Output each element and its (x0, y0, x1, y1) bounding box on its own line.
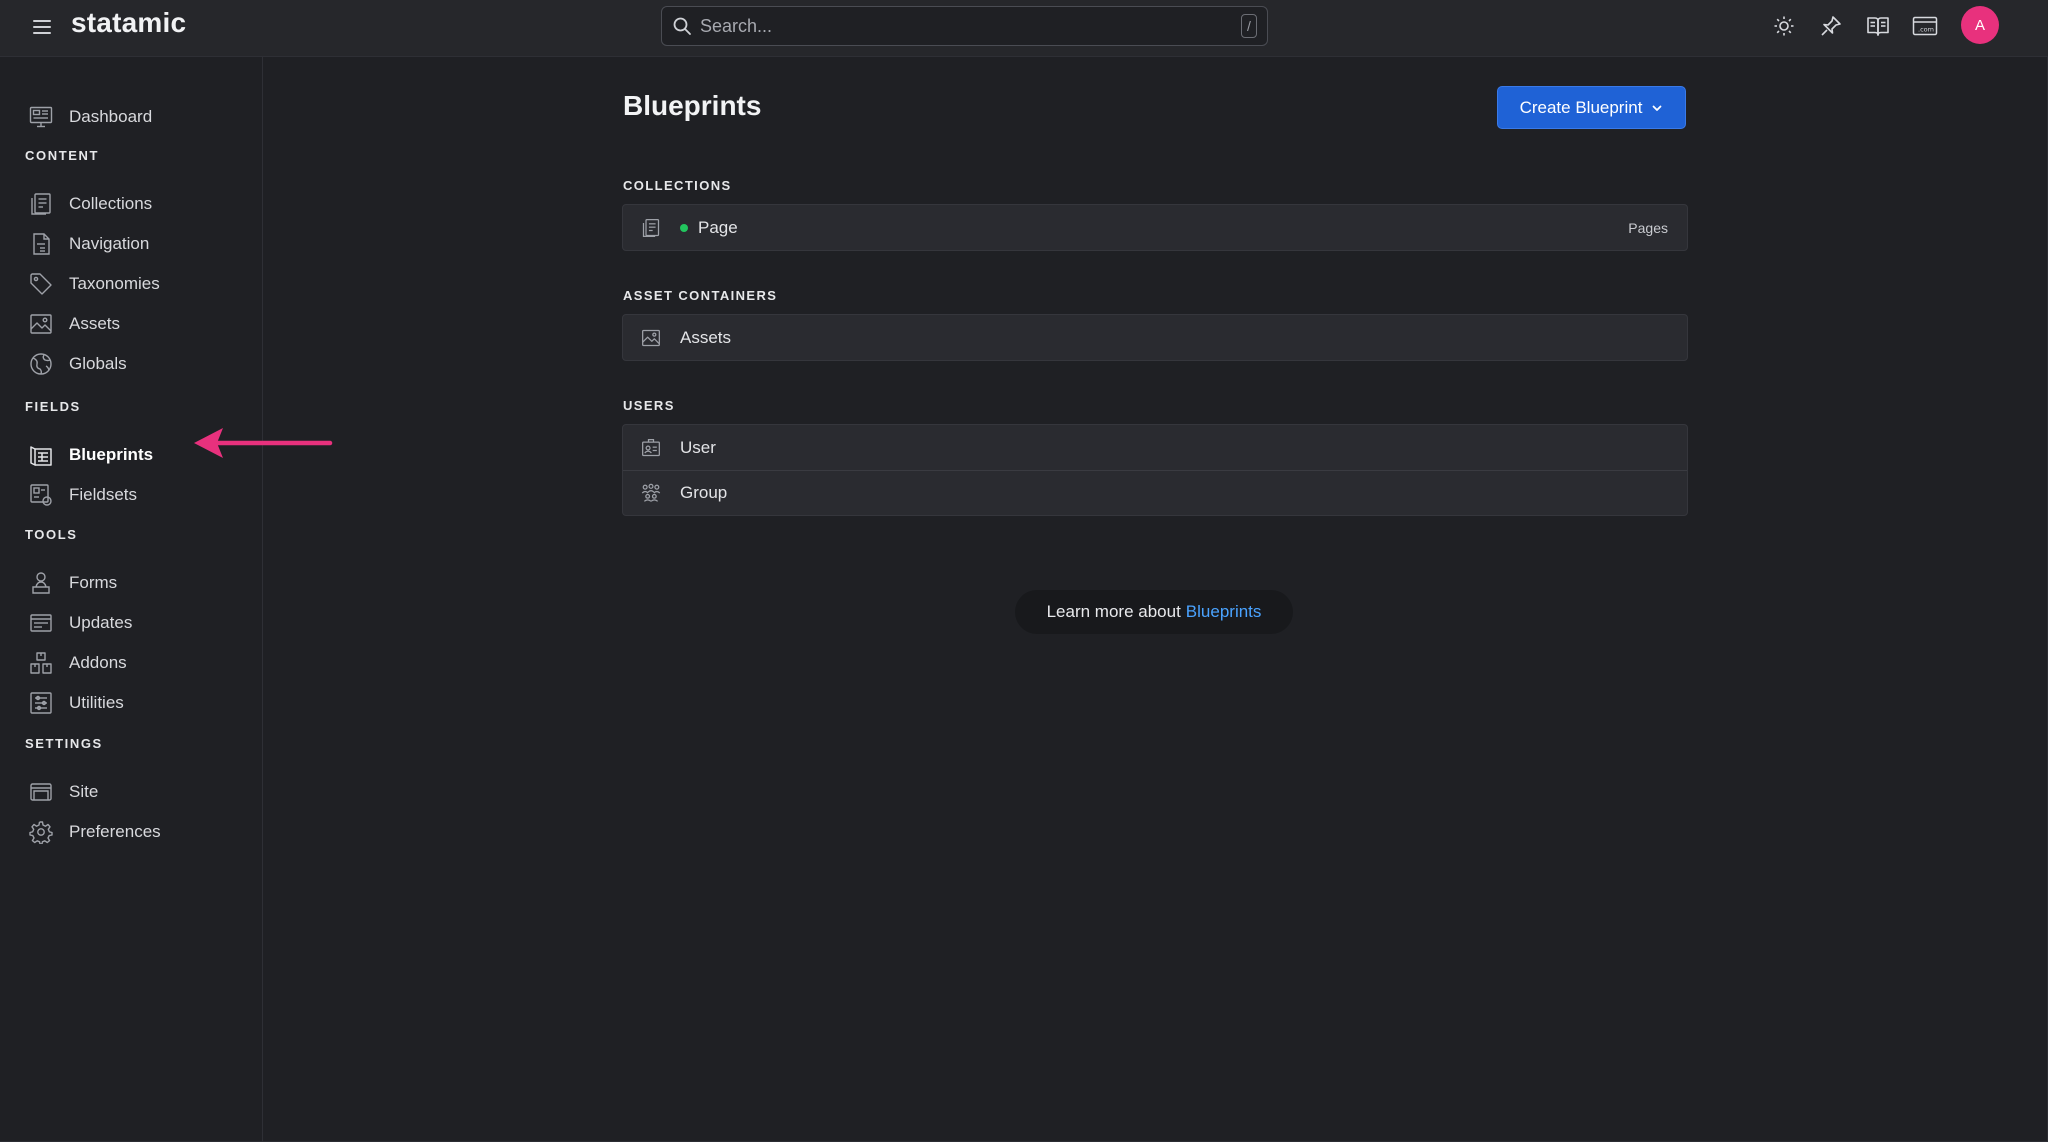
sidebar-item-fieldsets[interactable]: Fieldsets (28, 479, 248, 511)
sidebar-section-content: CONTENT (25, 148, 100, 163)
create-blueprint-button[interactable]: Create Blueprint (1497, 86, 1686, 129)
sidebar: Dashboard CONTENT Collections Navigation (0, 57, 263, 1142)
addons-boxes-icon (28, 650, 54, 676)
list-item[interactable]: Group (623, 470, 1687, 515)
sidebar-item-collections[interactable]: Collections (28, 188, 248, 220)
sidebar-item-preferences[interactable]: Preferences (28, 816, 248, 848)
search-icon (673, 17, 691, 35)
sidebar-item-label: Site (69, 782, 99, 801)
sidebar-item-site[interactable]: Site (28, 776, 248, 808)
sidebar-item-label: Collections (69, 194, 153, 213)
group-title-users: USERS (623, 398, 675, 413)
theme-icon[interactable] (1770, 10, 1798, 42)
learn-more-banner: Learn more about Blueprints (1015, 590, 1293, 634)
docs-book-icon[interactable] (1864, 10, 1892, 42)
top-bar: statamic / (0, 0, 2048, 57)
user-group-icon (640, 482, 662, 504)
sidebar-item-assets[interactable]: Assets (28, 308, 248, 340)
sidebar-item-globals[interactable]: Globals (28, 348, 248, 380)
list-item[interactable]: Page Pages (623, 205, 1687, 250)
users-list: User Group (622, 424, 1688, 516)
sidebar-section-tools: TOOLS (25, 527, 78, 542)
fieldset-icon (28, 482, 54, 508)
search-box[interactable]: / (661, 6, 1268, 46)
app-window: statamic / (0, 0, 2048, 1142)
group-title-asset-containers: ASSET CONTAINERS (623, 288, 778, 303)
sidebar-item-dashboard[interactable]: Dashboard (28, 101, 248, 133)
sidebar-item-utilities[interactable]: Utilities (28, 687, 248, 719)
search-input[interactable] (692, 7, 1241, 45)
image-icon (28, 311, 54, 337)
collections-list: Page Pages (622, 204, 1688, 251)
blueprint-icon (28, 442, 54, 468)
sidebar-item-navigation[interactable]: Navigation (28, 228, 248, 260)
chevron-down-icon (1653, 105, 1662, 111)
sidebar-item-label: Dashboard (69, 107, 153, 126)
sidebar-item-addons[interactable]: Addons (28, 647, 248, 679)
search-shortcut-key: / (1241, 14, 1257, 38)
tag-icon (28, 271, 54, 297)
sidebar-item-label: Utilities (69, 693, 124, 712)
sidebar-item-label: Fieldsets (69, 485, 138, 504)
utilities-icon (28, 690, 54, 716)
brand-logo[interactable]: statamic (71, 7, 186, 39)
site-link-icon[interactable]: .com (1911, 10, 1939, 42)
sidebar-item-label: Preferences (69, 822, 161, 841)
pin-icon[interactable] (1817, 10, 1845, 42)
sidebar-item-taxonomies[interactable]: Taxonomies (28, 268, 248, 300)
sidebar-item-label: Forms (69, 573, 118, 592)
sidebar-item-label: Updates (69, 613, 133, 632)
image-icon (640, 327, 662, 349)
collections-icon (28, 191, 54, 217)
gear-icon (28, 819, 54, 845)
navigation-icon (28, 231, 54, 257)
updates-icon (28, 610, 54, 636)
collections-icon (640, 217, 662, 239)
sidebar-item-label: Globals (69, 354, 127, 373)
sidebar-section-settings: SETTINGS (25, 736, 103, 751)
learn-more-link[interactable]: Blueprints (1186, 602, 1262, 622)
learn-more-text: Learn more about (1046, 602, 1181, 621)
status-dot (680, 223, 688, 232)
row-label: Page (698, 217, 738, 237)
sidebar-item-label: Navigation (69, 234, 150, 253)
top-icon-group: .com (1770, 10, 1939, 42)
form-icon (28, 570, 54, 596)
sidebar-item-label: Addons (69, 653, 127, 672)
sidebar-item-updates[interactable]: Updates (28, 607, 248, 639)
page-title: Blueprints (623, 90, 762, 121)
sidebar-section-fields: FIELDS (25, 399, 81, 414)
row-label: Assets (680, 327, 732, 347)
annotation-arrow-icon (194, 428, 333, 458)
group-title-collections: COLLECTIONS (623, 178, 732, 193)
sidebar-item-label: Blueprints (69, 445, 154, 464)
row-label: Group (680, 483, 728, 502)
svg-text:.com: .com (1918, 26, 1934, 34)
list-item[interactable]: Assets (623, 315, 1687, 360)
globe-icon (28, 351, 54, 377)
sidebar-item-forms[interactable]: Forms (28, 567, 248, 599)
sidebar-item-label: Taxonomies (69, 274, 160, 293)
row-label: User (680, 437, 716, 457)
menu-toggle-icon[interactable] (33, 17, 53, 37)
user-id-card-icon (640, 437, 662, 459)
create-blueprint-label: Create Blueprint (1519, 97, 1643, 117)
list-item[interactable]: User (623, 425, 1687, 470)
asset-containers-list: Assets (622, 314, 1688, 361)
row-collection-name: Pages (1628, 219, 1668, 236)
dashboard-icon (28, 104, 54, 130)
sidebar-item-label: Assets (69, 314, 121, 333)
browser-window-icon (28, 779, 54, 805)
user-avatar[interactable]: A (1961, 6, 1999, 44)
